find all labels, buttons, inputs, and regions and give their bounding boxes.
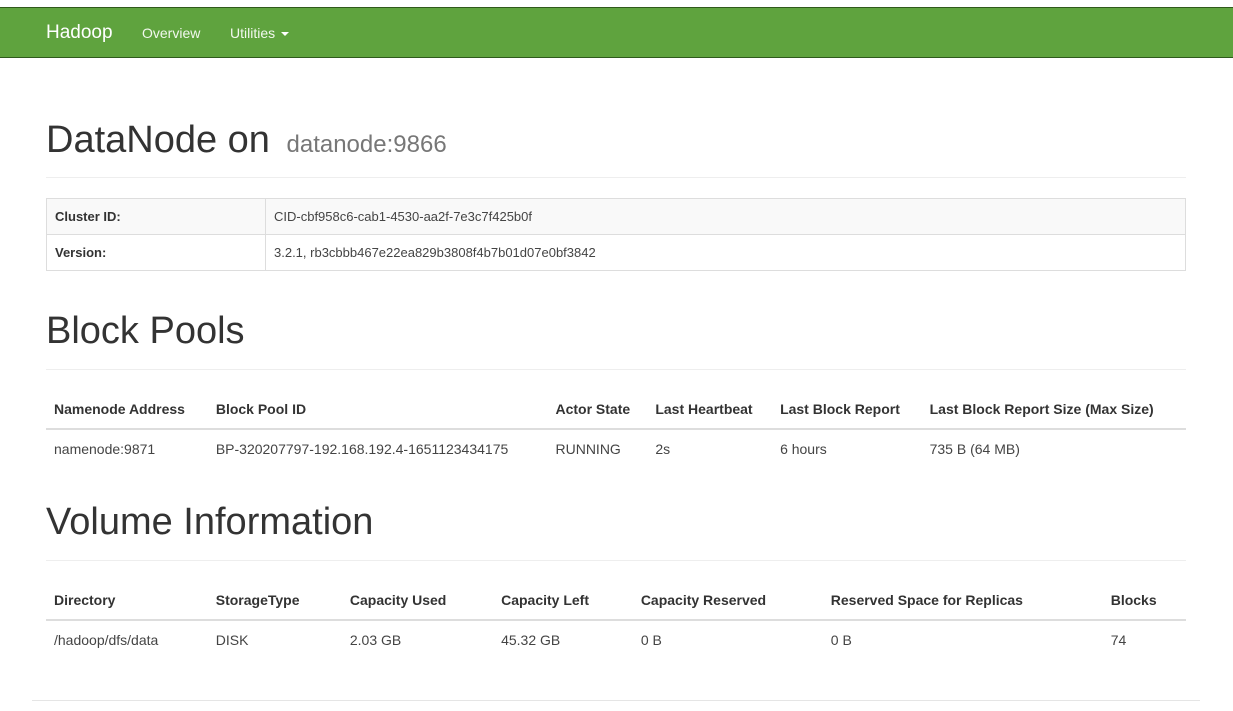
datanode-info-table: Cluster ID: CID-cbf958c6-cab1-4530-aa2f-…: [46, 198, 1186, 271]
brand-link[interactable]: Hadoop: [46, 22, 113, 44]
table-cell: 74: [1110, 632, 1127, 648]
table-cell: 6 hours: [780, 441, 827, 457]
column-header: Last Block Report Size (Max Size): [921, 390, 1186, 430]
block-pools-header: Block Pools: [46, 271, 1186, 370]
page-header: DataNode on datanode:9866: [46, 118, 1186, 178]
nav-overview[interactable]: Overview: [142, 25, 200, 41]
table-row: /hadoop/dfs/data DISK 2.03 GB 45.32 GB 0…: [46, 620, 1186, 659]
table-header-row: Directory StorageType Capacity Used Capa…: [46, 581, 1186, 621]
navbar: Hadoop Overview Utilities: [0, 7, 1233, 58]
block-pools-title: Block Pools: [46, 310, 245, 352]
info-value: 3.2.1, rb3cbbb467e22ea829b3808f4b7b01d07…: [265, 234, 1186, 271]
volume-info-header: Volume Information: [46, 468, 1186, 561]
nav-utilities-label: Utilities: [230, 25, 276, 41]
column-header: Capacity Reserved: [632, 581, 823, 621]
caret-down-icon: [281, 32, 290, 37]
column-header: Namenode Address: [46, 390, 208, 430]
info-key: Cluster ID:: [46, 198, 266, 235]
top-strip: [0, 0, 1233, 7]
column-header: Actor State: [547, 390, 648, 430]
nav-utilities-dropdown[interactable]: Utilities: [230, 25, 290, 41]
column-header: Directory: [46, 581, 208, 621]
column-header: Last Heartbeat: [647, 390, 773, 430]
table-row: namenode:9871 BP-320207797-192.168.192.4…: [46, 429, 1186, 468]
column-header: Block Pool ID: [207, 390, 548, 430]
table-cell: /hadoop/dfs/data: [54, 632, 159, 648]
column-header: StorageType: [207, 581, 342, 621]
table-header-row: Namenode Address Block Pool ID Actor Sta…: [46, 390, 1186, 430]
table-cell: 2s: [655, 441, 671, 457]
table-cell: 2.03 GB: [349, 632, 402, 648]
volume-info-title: Volume Information: [46, 501, 374, 543]
page-title: DataNode on datanode:9866: [46, 118, 1186, 167]
table-cell: BP-320207797-192.168.192.4-1651123434175: [215, 441, 509, 457]
column-header: Blocks: [1102, 581, 1186, 621]
table-cell: 0 B: [830, 632, 852, 648]
volume-info-table: Directory StorageType Capacity Used Capa…: [46, 581, 1186, 659]
table-cell: RUNNING: [555, 441, 621, 457]
datanode-host: datanode:9866: [286, 131, 447, 158]
block-pools-table: Namenode Address Block Pool ID Actor Sta…: [46, 390, 1186, 468]
column-header: Reserved Space for Replicas: [822, 581, 1103, 621]
column-header: Capacity Used: [341, 581, 494, 621]
page-title-text: DataNode on: [46, 119, 270, 161]
table-cell: DISK: [215, 632, 249, 648]
main-container: DataNode on datanode:9866 Cluster ID: CI…: [46, 58, 1186, 659]
column-header: Last Block Report: [772, 390, 922, 430]
table-cell: 0 B: [640, 632, 662, 648]
table-cell: 735 B (64 MB): [929, 441, 1020, 457]
info-value: CID-cbf958c6-cab1-4530-aa2f-7e3c7f425b0f: [265, 198, 1186, 235]
table-cell: 45.32 GB: [501, 632, 561, 648]
info-key: Version:: [46, 234, 266, 271]
info-row-cluster-id: Cluster ID: CID-cbf958c6-cab1-4530-aa2f-…: [46, 198, 1186, 235]
footer-divider: [32, 700, 1200, 701]
info-row-version: Version: 3.2.1, rb3cbbb467e22ea829b3808f…: [46, 234, 1186, 271]
table-cell: namenode:9871: [54, 441, 156, 457]
column-header: Capacity Left: [493, 581, 633, 621]
